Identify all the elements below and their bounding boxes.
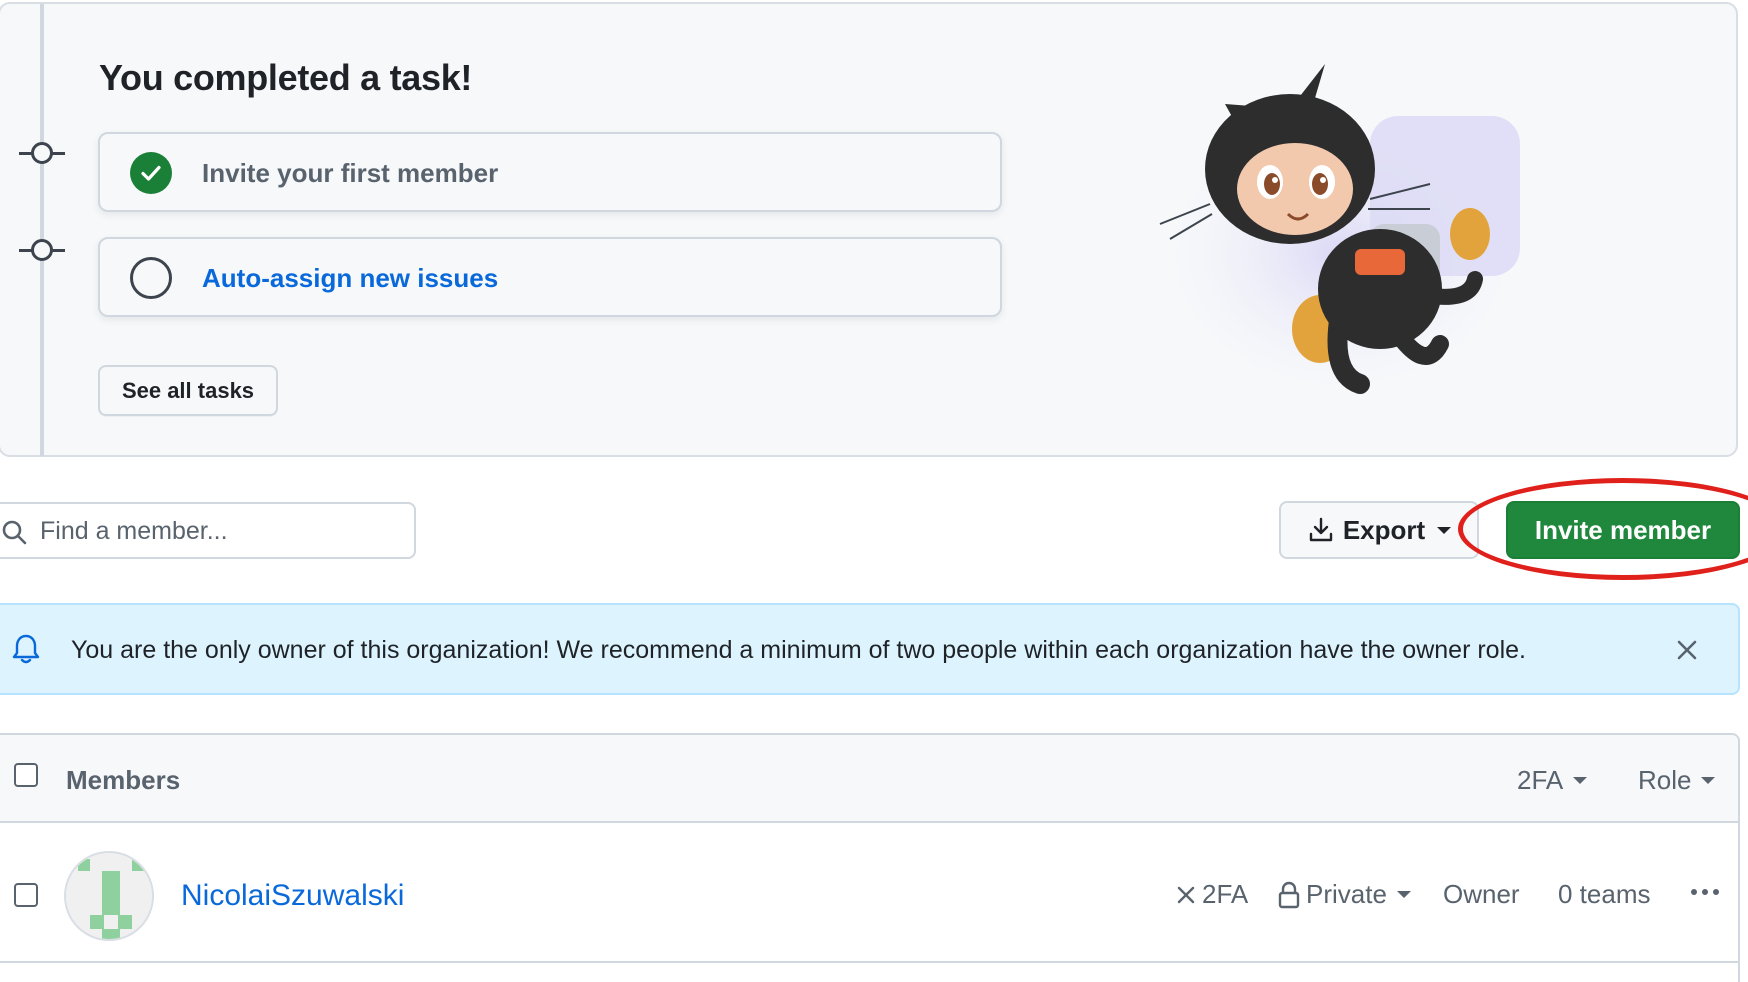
- member-name-link[interactable]: NicolaiSzuwalski: [181, 879, 404, 913]
- members-table: Members 2FA Role NicolaiSzuwalski 2FA Pr…: [0, 733, 1740, 982]
- member-role: Owner: [1443, 879, 1520, 909]
- avatar[interactable]: [64, 851, 154, 941]
- timeline-node-icon: [19, 237, 65, 263]
- visibility-label: Private: [1306, 879, 1387, 909]
- filter-2fa-label: 2FA: [1517, 765, 1564, 795]
- timeline-line: [40, 4, 44, 456]
- twofa-label: 2FA: [1202, 879, 1249, 909]
- task-link[interactable]: Auto-assign new issues: [202, 263, 498, 294]
- check-circle-icon: [130, 152, 172, 194]
- filter-role-dropdown[interactable]: Role: [1638, 765, 1716, 796]
- chevron-down-icon: [1701, 777, 1716, 784]
- chevron-down-icon: [1573, 777, 1588, 784]
- find-member-input[interactable]: [40, 512, 400, 550]
- see-all-tasks-button[interactable]: See all tasks: [98, 365, 278, 416]
- invite-member-button[interactable]: Invite member: [1506, 501, 1740, 559]
- export-button[interactable]: Export: [1279, 501, 1479, 559]
- task-label: Invite your first member: [202, 158, 499, 188]
- banner-message: You are the only owner of this organizat…: [71, 636, 1526, 664]
- select-all-checkbox[interactable]: [14, 763, 38, 787]
- task-panel-title: You completed a task!: [99, 57, 473, 98]
- download-icon: [1309, 517, 1333, 542]
- table-row: NicolaiSzuwalski 2FA Private Owner 0 tea…: [0, 825, 1738, 963]
- search-icon: [2, 520, 27, 545]
- row-select-checkbox[interactable]: [14, 883, 38, 907]
- visibility-dropdown[interactable]: Private: [1278, 879, 1411, 910]
- find-member-search[interactable]: [0, 502, 416, 559]
- members-table-header: Members 2FA Role: [0, 735, 1738, 823]
- more-options-icon[interactable]: [1691, 889, 1719, 895]
- export-label: Export: [1342, 514, 1426, 545]
- member-teams-link[interactable]: 0 teams: [1558, 879, 1651, 910]
- twofa-status: 2FA: [1176, 879, 1248, 910]
- lock-icon: [1278, 881, 1300, 908]
- bell-icon: [12, 634, 40, 664]
- onboarding-task-panel: You completed a task! Invite your first …: [0, 2, 1738, 457]
- task-card-auto-assign-issues[interactable]: Auto-assign new issues: [98, 237, 1002, 317]
- filter-2fa-dropdown[interactable]: 2FA: [1517, 765, 1588, 796]
- members-header-title: Members: [66, 765, 181, 795]
- owner-warning-banner: You are the only owner of this organizat…: [0, 603, 1740, 695]
- chevron-down-icon: [1396, 891, 1411, 898]
- close-icon[interactable]: [1676, 639, 1698, 661]
- filter-role-label: Role: [1638, 765, 1692, 795]
- task-card-invite-first-member[interactable]: Invite your first member: [98, 132, 1002, 212]
- x-icon: [1177, 886, 1195, 903]
- octocat-illustration: [1150, 64, 1530, 404]
- chevron-down-icon: [1437, 526, 1452, 534]
- empty-circle-icon: [130, 257, 172, 299]
- timeline-node-icon: [19, 140, 65, 166]
